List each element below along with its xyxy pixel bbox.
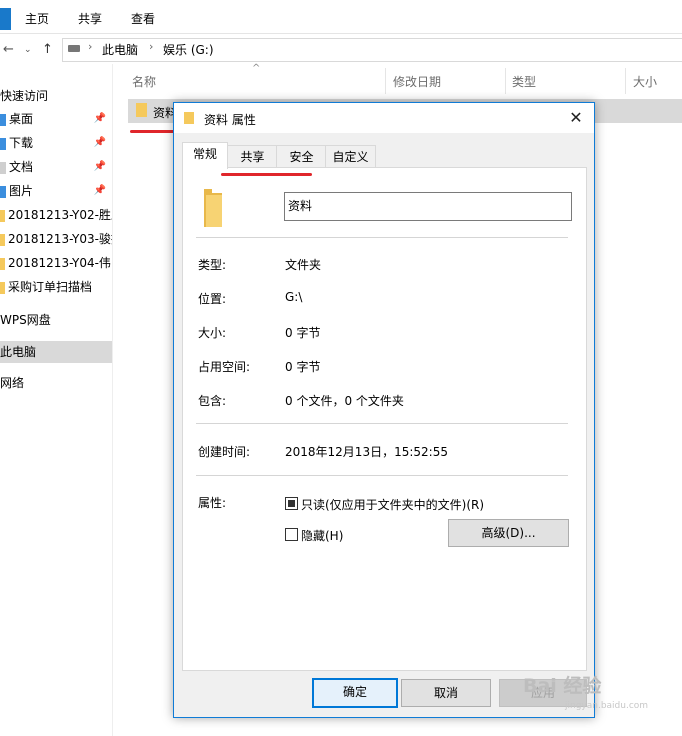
sidebar-item-this-pc[interactable]: 此电脑: [0, 341, 112, 363]
red-annotation-underline: [221, 173, 312, 176]
column-separator[interactable]: [505, 68, 506, 94]
ok-button[interactable]: 确定: [312, 678, 398, 708]
label-size: 大小:: [198, 326, 227, 340]
sidebar-item-label: 网络: [0, 376, 25, 390]
sidebar-item-label: 此电脑: [0, 345, 37, 359]
address-box[interactable]: [62, 38, 682, 62]
sidebar-item-label: WPS网盘: [0, 313, 51, 327]
column-header-type[interactable]: 类型: [512, 73, 536, 90]
folder-icon: [0, 233, 5, 246]
close-icon[interactable]: ✕: [564, 106, 588, 130]
sidebar-item-folder-y03[interactable]: 20181213-Y03-骏捷: [0, 228, 112, 250]
label-type: 类型:: [198, 258, 227, 272]
folder-icon: [0, 281, 5, 294]
dialog-title: 资料 属性: [204, 113, 256, 127]
download-icon: [0, 137, 6, 150]
sidebar-item-network[interactable]: 网络: [0, 372, 112, 394]
picture-icon: [0, 185, 6, 198]
back-arrow-icon[interactable]: ←: [3, 42, 14, 57]
tab-view[interactable]: 查看: [131, 10, 155, 27]
sidebar-item-label: 20181213-Y04-伟医: [8, 256, 112, 270]
readonly-checkbox[interactable]: [285, 497, 298, 510]
sidebar-item-folder-y02[interactable]: 20181213-Y02-胜立: [0, 204, 112, 226]
sidebar-item-label: 20181213-Y03-骏捷: [8, 232, 112, 246]
breadcrumb-separator: ›: [88, 40, 93, 53]
sidebar-item-folder-y04[interactable]: 20181213-Y04-伟医: [0, 252, 112, 274]
tab-customize[interactable]: 自定义: [325, 145, 376, 168]
general-tab-panel: [182, 167, 587, 671]
sidebar-item-label: 快速访问: [0, 89, 49, 103]
watermark-url: jingyan.baidu.com: [565, 701, 649, 711]
sidebar-item-label: 图片: [9, 184, 34, 198]
cancel-button[interactable]: 取消: [401, 679, 491, 707]
value-contains: 0 个文件，0 个文件夹: [285, 394, 404, 408]
properties-dialog: 资料 属性 ✕ 常规 共享 安全 自定义 资料 类型: 文件夹 位置: G:\ …: [173, 102, 595, 718]
label-contains: 包含:: [198, 394, 227, 408]
value-type: 文件夹: [285, 258, 322, 272]
folder-large-icon: [204, 189, 222, 227]
value-created: 2018年12月13日，15:52:55: [285, 445, 448, 459]
breadcrumb-drive-g[interactable]: 娱乐 (G:): [163, 41, 214, 58]
recent-dropdown-icon[interactable]: ⌄: [24, 45, 32, 55]
column-separator[interactable]: [385, 68, 386, 94]
breadcrumb-separator: ›: [149, 40, 154, 53]
advanced-button[interactable]: 高级(D)...: [448, 519, 569, 547]
pin-icon: 📌: [93, 137, 106, 148]
sidebar-item-label: 采购订单扫描档: [8, 280, 93, 294]
pin-icon: 📌: [93, 113, 106, 124]
file-menu-tab[interactable]: [0, 8, 11, 30]
column-header-name[interactable]: 名称: [132, 73, 156, 90]
sidebar-item-scan-folder[interactable]: 采购订单扫描档: [0, 276, 112, 298]
folder-icon: [0, 209, 5, 222]
label-location: 位置:: [198, 292, 227, 306]
tab-security[interactable]: 安全: [276, 145, 327, 168]
sidebar-item-quick-access[interactable]: 快速访问: [0, 85, 112, 107]
label-attributes: 属性:: [198, 496, 227, 510]
sidebar-item-downloads[interactable]: 下载 📌: [0, 132, 112, 154]
up-arrow-icon[interactable]: ↑: [42, 42, 53, 57]
column-header-size[interactable]: 大小: [633, 73, 657, 90]
document-icon: [0, 161, 6, 174]
folder-icon: [184, 112, 194, 124]
sidebar-item-label: 文档: [9, 160, 34, 174]
value-size: 0 字节: [285, 326, 321, 340]
tab-share[interactable]: 共享: [78, 10, 102, 27]
sidebar-item-desktop[interactable]: 桌面 📌: [0, 108, 112, 130]
hidden-label[interactable]: 隐藏(H): [301, 527, 343, 544]
sidebar-item-label: 桌面: [9, 112, 34, 126]
sidebar-item-documents[interactable]: 文档 📌: [0, 156, 112, 178]
hidden-checkbox[interactable]: [285, 528, 298, 541]
sidebar-item-wps-drive[interactable]: WPS网盘: [0, 309, 112, 331]
tab-home[interactable]: 主页: [25, 10, 49, 27]
label-created: 创建时间:: [198, 445, 251, 459]
sidebar-item-pictures[interactable]: 图片 📌: [0, 180, 112, 202]
folder-icon: [0, 257, 5, 270]
sidebar-item-label: 20181213-Y02-胜立: [8, 208, 112, 222]
value-location: G:\: [285, 290, 303, 304]
column-separator[interactable]: [625, 68, 626, 94]
divider: [196, 475, 568, 476]
value-size-on-disk: 0 字节: [285, 360, 321, 374]
desktop-icon: [0, 113, 6, 126]
tab-general[interactable]: 常规: [182, 142, 228, 169]
pin-icon: 📌: [93, 185, 106, 196]
folder-name-value: 资料: [288, 199, 313, 213]
folder-name-input[interactable]: 资料: [284, 192, 572, 221]
ribbon: [0, 0, 682, 34]
tab-sharing[interactable]: 共享: [227, 145, 278, 168]
pin-icon: 📌: [93, 161, 106, 172]
watermark: Bai 经验: [523, 675, 602, 697]
column-header-modified[interactable]: 修改日期: [393, 73, 441, 90]
breadcrumb-this-pc[interactable]: 此电脑: [102, 41, 138, 58]
divider: [196, 423, 568, 424]
red-annotation-underline: [130, 130, 178, 133]
sidebar-item-label: 下载: [9, 136, 34, 150]
label-size-on-disk: 占用空间:: [198, 360, 251, 374]
drive-icon: [68, 45, 80, 52]
divider: [196, 237, 568, 238]
sort-indicator-icon: ^: [252, 63, 261, 74]
folder-icon: [136, 103, 147, 117]
readonly-label[interactable]: 只读(仅应用于文件夹中的文件)(R): [301, 496, 484, 513]
